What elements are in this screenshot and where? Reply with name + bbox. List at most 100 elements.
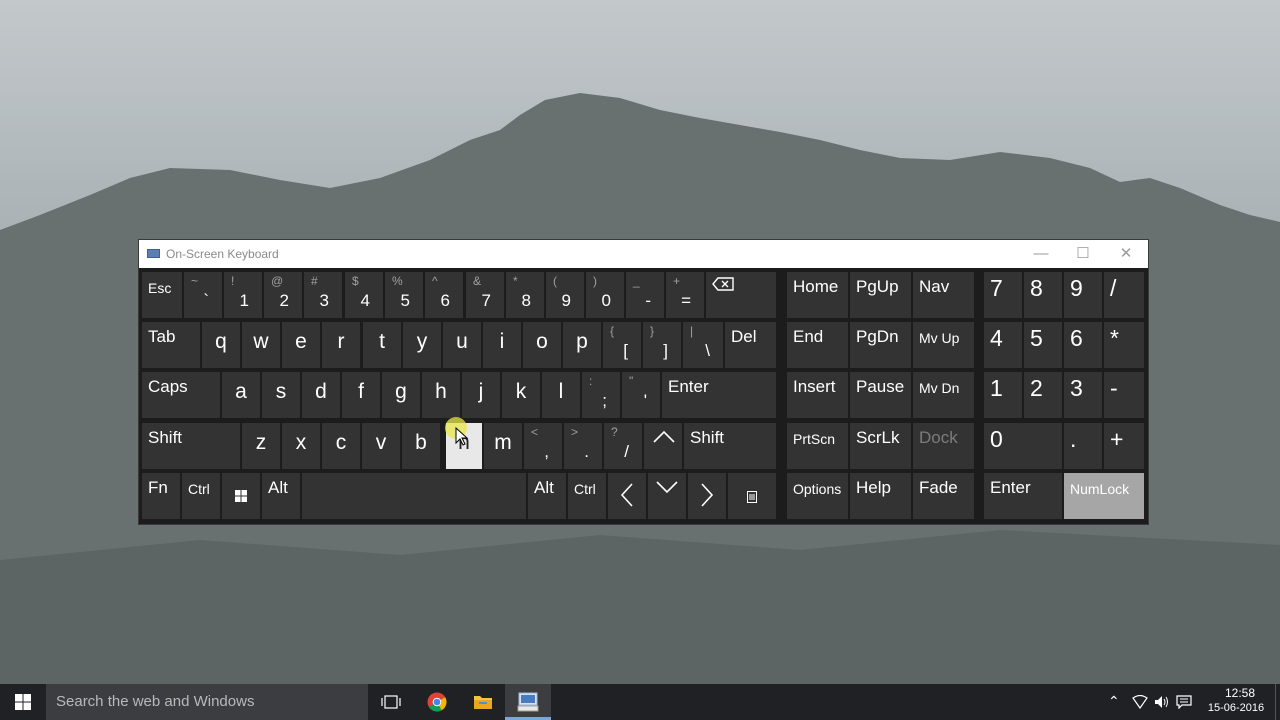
key-h[interactable]: h	[422, 372, 460, 418]
key-fn[interactable]: Fn	[142, 473, 180, 519]
key-dock[interactable]: Dock	[913, 423, 974, 469]
key-pause[interactable]: Pause	[850, 372, 911, 418]
key-end[interactable]: End	[787, 322, 848, 368]
key-mv-dn[interactable]: Mv Dn	[913, 372, 974, 418]
action-center-icon[interactable]	[1176, 695, 1192, 709]
key-pgup[interactable]: PgUp	[850, 272, 911, 318]
volume-icon[interactable]	[1154, 695, 1170, 709]
key-numpad-0[interactable]: 0	[984, 423, 1062, 469]
key-numpad-7[interactable]: 7	[984, 272, 1022, 318]
key-backslash[interactable]: | \	[683, 322, 723, 368]
key-alt-right[interactable]: Alt	[528, 473, 566, 519]
key-numpad-4[interactable]: 4	[984, 322, 1022, 368]
key-a[interactable]: a	[222, 372, 260, 418]
key-numpad-1[interactable]: 1	[984, 372, 1022, 418]
key-3[interactable]: #3	[304, 272, 342, 318]
key-g[interactable]: g	[382, 372, 420, 418]
key-up-arrow[interactable]	[644, 423, 682, 469]
key-menu[interactable]	[728, 473, 776, 519]
key-caps[interactable]: Caps	[142, 372, 220, 418]
key-numpad-3[interactable]: 3	[1064, 372, 1102, 418]
key-ctrl-left[interactable]: Ctrl	[182, 473, 220, 519]
file-explorer-button[interactable]	[460, 684, 506, 720]
key-6[interactable]: ^ 6	[425, 272, 463, 318]
key-nav[interactable]: Nav	[913, 272, 974, 318]
key-prtscn[interactable]: PrtScn	[787, 423, 848, 469]
key-d[interactable]: d	[302, 372, 340, 418]
clock-date[interactable]: 15-06-2016	[1200, 702, 1272, 714]
task-view-button[interactable]	[368, 684, 414, 720]
key-windows[interactable]	[222, 473, 260, 519]
key-tilde[interactable]: ~ `	[184, 272, 222, 318]
key-c[interactable]: c	[322, 423, 360, 469]
key-m[interactable]: m	[484, 423, 522, 469]
key-7[interactable]: & 7	[466, 272, 504, 318]
key-9[interactable]: (9	[546, 272, 584, 318]
key-l[interactable]: l	[542, 372, 580, 418]
key-numpad-5[interactable]: 5	[1024, 322, 1062, 368]
minimize-button[interactable]: —	[1019, 240, 1063, 268]
key-numpad-decimal[interactable]: .	[1064, 423, 1102, 469]
key-b[interactable]: b	[402, 423, 440, 469]
key-quote[interactable]: " '	[622, 372, 660, 418]
title-bar[interactable]: On-Screen Keyboard — ☐ ✕	[139, 240, 1148, 268]
key-slash[interactable]: ? /	[604, 423, 642, 469]
key-comma[interactable]: <,	[524, 423, 562, 469]
key-shift-left[interactable]: Shift	[142, 423, 240, 469]
key-options[interactable]: Options	[787, 473, 848, 519]
key-t[interactable]: t	[363, 322, 401, 368]
key-z[interactable]: z	[242, 423, 280, 469]
key-numpad-8[interactable]: 8	[1024, 272, 1062, 318]
key-numpad-6[interactable]: 6	[1064, 322, 1102, 368]
key-numpad-subtract[interactable]: -	[1104, 372, 1144, 418]
key-numlock[interactable]: NumLock	[1064, 473, 1144, 519]
key-s[interactable]: s	[262, 372, 300, 418]
key-1[interactable]: ! 1	[224, 272, 262, 318]
key-del[interactable]: Del	[725, 322, 776, 368]
key-numpad-divide[interactable]: /	[1104, 272, 1144, 318]
key-w[interactable]: w	[242, 322, 280, 368]
key-tab[interactable]: Tab	[142, 322, 200, 368]
key-backspace[interactable]	[706, 272, 776, 318]
key-e[interactable]: e	[282, 322, 320, 368]
key-equals[interactable]: + =	[666, 272, 704, 318]
key-i[interactable]: i	[483, 322, 521, 368]
key-minus[interactable]: _ -	[626, 272, 664, 318]
key-down-arrow[interactable]	[648, 473, 686, 519]
key-fade[interactable]: Fade	[913, 473, 974, 519]
key-numpad-9[interactable]: 9	[1064, 272, 1102, 318]
key-x[interactable]: x	[282, 423, 320, 469]
key-right-bracket[interactable]: }]	[643, 322, 681, 368]
key-k[interactable]: k	[502, 372, 540, 418]
key-0[interactable]: ) 0	[586, 272, 624, 318]
key-pgdn[interactable]: PgDn	[850, 322, 911, 368]
key-y[interactable]: y	[403, 322, 441, 368]
key-semicolon[interactable]: :;	[582, 372, 620, 418]
key-left-arrow[interactable]	[608, 473, 646, 519]
close-button[interactable]: ✕	[1104, 240, 1148, 268]
maximize-button[interactable]: ☐	[1061, 240, 1105, 268]
on-screen-keyboard-taskbar-button[interactable]	[505, 684, 551, 720]
key-numpad-enter[interactable]: Enter	[984, 473, 1062, 519]
key-u[interactable]: u	[443, 322, 481, 368]
start-button[interactable]	[0, 684, 46, 720]
key-help[interactable]: Help	[850, 473, 911, 519]
key-home[interactable]: Home	[787, 272, 848, 318]
key-mv-up[interactable]: Mv Up	[913, 322, 974, 368]
key-2[interactable]: @2	[264, 272, 302, 318]
show-desktop-button[interactable]	[1275, 684, 1280, 720]
key-numpad-multiply[interactable]: *	[1104, 322, 1144, 368]
key-ctrl-right[interactable]: Ctrl	[568, 473, 606, 519]
key-alt-left[interactable]: Alt	[262, 473, 300, 519]
key-q[interactable]: q	[202, 322, 240, 368]
key-space[interactable]	[302, 473, 526, 519]
key-p[interactable]: p	[563, 322, 601, 368]
key-left-bracket[interactable]: {[	[603, 322, 641, 368]
key-shift-right[interactable]: Shift	[684, 423, 776, 469]
key-insert[interactable]: Insert	[787, 372, 848, 418]
key-8[interactable]: * 8	[506, 272, 544, 318]
key-numpad-2[interactable]: 2	[1024, 372, 1062, 418]
network-icon[interactable]	[1132, 695, 1148, 709]
key-j[interactable]: j	[462, 372, 500, 418]
clock-time[interactable]: 12:58	[1216, 686, 1264, 700]
